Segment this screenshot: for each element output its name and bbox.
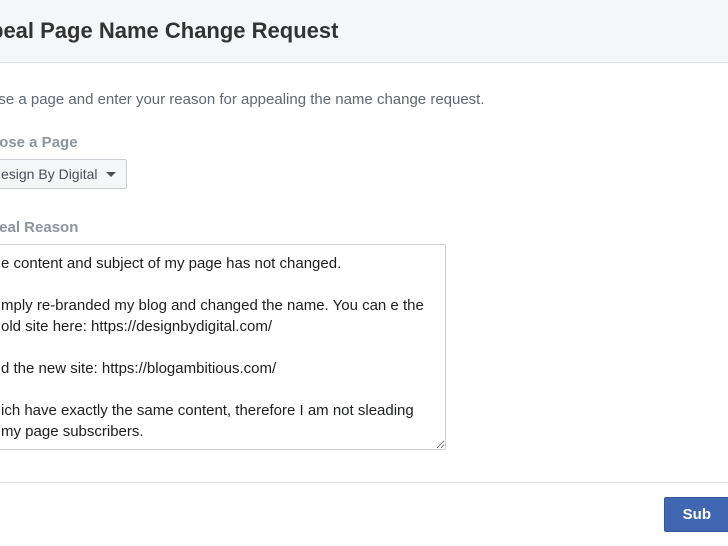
appeal-reason-section: peal Reason (0, 219, 728, 453)
instruction-text: ose a page and enter your reason for app… (0, 91, 728, 108)
submit-button[interactable]: Sub (664, 497, 728, 532)
choose-page-label: oose a Page (0, 134, 728, 151)
page-dropdown[interactable]: esign By Digital (0, 159, 127, 189)
form-content: ose a page and enter your reason for app… (0, 63, 728, 453)
page-dropdown-value: esign By Digital (1, 166, 98, 182)
page-title: peal Page Name Change Request (0, 18, 728, 44)
page-header: peal Page Name Change Request (0, 0, 728, 63)
appeal-reason-label: peal Reason (0, 219, 728, 236)
appeal-reason-textarea[interactable] (0, 244, 446, 450)
form-footer: Sub (0, 482, 728, 546)
caret-down-icon (106, 172, 116, 177)
choose-page-section: oose a Page esign By Digital (0, 134, 728, 211)
